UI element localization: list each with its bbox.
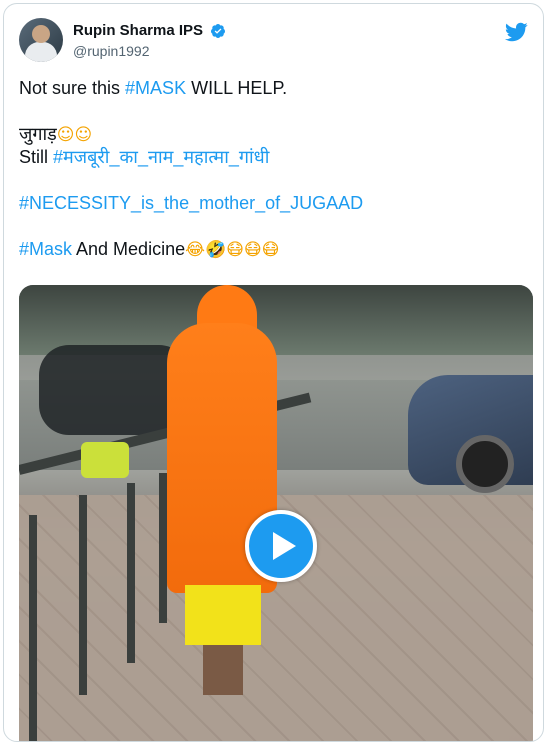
verified-badge-icon xyxy=(210,23,226,39)
tweet-line-2: जुगाड़☺☺ xyxy=(19,124,93,145)
tweet-line-5: #Mask And Medicine😂🤣😷😷😷 xyxy=(19,239,280,260)
video-thumbnail[interactable] xyxy=(19,285,533,741)
tweet-line-4: #NECESSITY_is_the_mother_of_JUGAAD xyxy=(19,192,524,215)
twitter-bird-icon[interactable] xyxy=(504,20,528,44)
tweet-line-3: Still #मजबूरी_का_नाम_महात्मा_गांधी xyxy=(19,147,270,167)
smiling-emoji: ☺☺ xyxy=(56,125,93,145)
tweet-header: Rupin Sharma IPS @rupin1992 xyxy=(19,18,528,66)
hashtag-mask-2[interactable]: #Mask xyxy=(19,239,72,259)
author-name[interactable]: Rupin Sharma IPS xyxy=(73,21,203,40)
author-handle[interactable]: @rupin1992 xyxy=(73,42,150,60)
hashtag-necessity[interactable]: #NECESSITY_is_the_mother_of_JUGAAD xyxy=(19,193,363,213)
tweet-text: Not sure this #MASK WILL HELP. जुगाड़☺☺ … xyxy=(19,77,524,261)
tweet-line-1: Not sure this #MASK WILL HELP. xyxy=(19,78,288,98)
tweet-card: Rupin Sharma IPS @rupin1992 Not sure thi… xyxy=(3,3,544,742)
hashtag-mask[interactable]: #MASK xyxy=(125,78,186,98)
play-button[interactable] xyxy=(245,510,317,582)
author-name-row[interactable]: Rupin Sharma IPS xyxy=(73,21,226,40)
avatar[interactable] xyxy=(19,18,63,62)
hashtag-majboori[interactable]: #मजबूरी_का_नाम_महात्मा_गांधी xyxy=(53,147,269,167)
laughing-mask-emojis: 😂🤣😷😷😷 xyxy=(185,240,280,260)
